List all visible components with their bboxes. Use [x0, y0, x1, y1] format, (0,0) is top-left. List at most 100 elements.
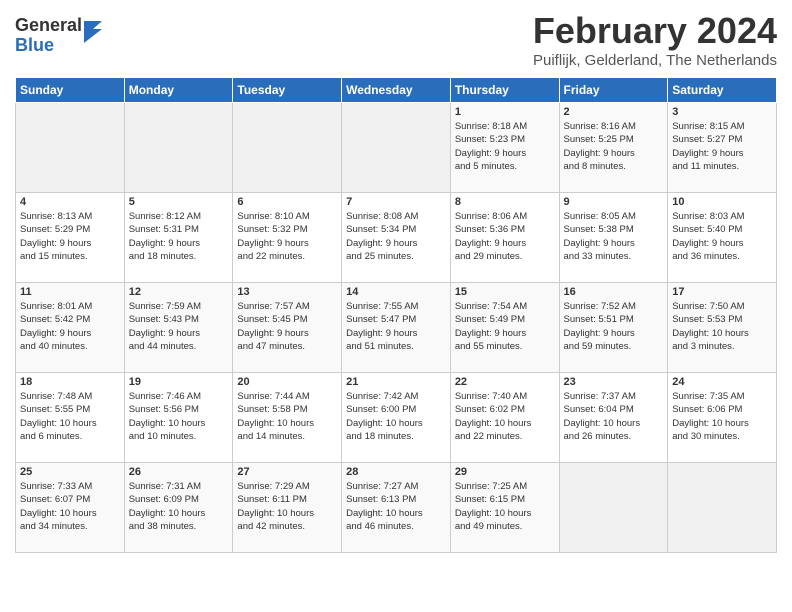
day-number: 7	[346, 196, 446, 208]
logo: General Blue	[15, 16, 102, 56]
day-number: 20	[237, 376, 337, 388]
day-number: 8	[455, 196, 555, 208]
logo-blue: Blue	[15, 36, 82, 56]
day-info: Sunrise: 7:25 AM Sunset: 6:15 PM Dayligh…	[455, 480, 555, 533]
calendar-cell: 14Sunrise: 7:55 AM Sunset: 5:47 PM Dayli…	[342, 283, 451, 373]
calendar-cell: 27 Sunrise: 7:29 AM Sunset: 6:11 PM Dayli…	[233, 463, 342, 553]
calendar-cell: 29 Sunrise: 7:25 AM Sunset: 6:15 PM Dayli…	[450, 463, 559, 553]
page-header: General Blue February 2024 Puiflijk, Gel…	[15, 10, 777, 69]
calendar-cell: 7 Sunrise: 8:08 AM Sunset: 5:34 PM Daylig…	[342, 193, 451, 283]
day-number: 4	[20, 196, 120, 208]
day-number: 15	[455, 286, 555, 298]
header-row: SundayMondayTuesdayWednesdayThursdayFrid…	[16, 78, 777, 103]
calendar-cell: 10 Sunrise: 8:03 AM Sunset: 5:40 PM Dayli…	[668, 193, 777, 283]
day-info: Sunrise: 8:13 AM Sunset: 5:29 PM Dayligh…	[20, 210, 120, 263]
day-number: 11	[20, 286, 120, 298]
day-number: 21	[346, 376, 446, 388]
day-info: Sunrise: 7:31 AM Sunset: 6:09 PM Dayligh…	[129, 480, 229, 533]
month-title: February 2024	[533, 10, 777, 52]
week-row-4: 18 Sunrise: 7:48 AM Sunset: 5:55 PM Dayli…	[16, 373, 777, 463]
day-info: Sunrise: 8:01 AM Sunset: 5:42 PM Dayligh…	[20, 300, 120, 353]
day-info: Sunrise: 7:29 AM Sunset: 6:11 PM Dayligh…	[237, 480, 337, 533]
logo-icon	[84, 21, 102, 43]
calendar-cell: 23 Sunrise: 7:37 AM Sunset: 6:04 PM Dayli…	[559, 373, 668, 463]
day-info: Sunrise: 8:15 AM Sunset: 5:27 PM Dayligh…	[672, 120, 772, 173]
calendar-cell: 1 Sunrise: 8:18 AM Sunset: 5:23 PM Daylig…	[450, 103, 559, 193]
day-number: 10	[672, 196, 772, 208]
day-info: Sunrise: 7:46 AM Sunset: 5:56 PM Dayligh…	[129, 390, 229, 443]
logo-general: General	[15, 16, 82, 36]
calendar-cell	[16, 103, 125, 193]
day-number: 19	[129, 376, 229, 388]
calendar-cell: 6 Sunrise: 8:10 AM Sunset: 5:32 PM Daylig…	[233, 193, 342, 283]
day-number: 5	[129, 196, 229, 208]
calendar-cell: 11 Sunrise: 8:01 AM Sunset: 5:42 PM Dayli…	[16, 283, 125, 373]
day-number: 18	[20, 376, 120, 388]
day-info: Sunrise: 8:12 AM Sunset: 5:31 PM Dayligh…	[129, 210, 229, 263]
logo-text: General Blue	[15, 16, 82, 56]
day-number: 6	[237, 196, 337, 208]
calendar-cell	[559, 463, 668, 553]
calendar-cell: 8 Sunrise: 8:06 AM Sunset: 5:36 PM Daylig…	[450, 193, 559, 283]
calendar-cell: 12 Sunrise: 7:59 AM Sunset: 5:43 PM Dayli…	[124, 283, 233, 373]
calendar-cell: 24Sunrise: 7:35 AM Sunset: 6:06 PM Dayli…	[668, 373, 777, 463]
day-info: Sunrise: 7:35 AM Sunset: 6:06 PM Dayligh…	[672, 390, 772, 443]
day-info: Sunrise: 8:03 AM Sunset: 5:40 PM Dayligh…	[672, 210, 772, 263]
day-info: Sunrise: 7:33 AM Sunset: 6:07 PM Dayligh…	[20, 480, 120, 533]
day-info: Sunrise: 7:27 AM Sunset: 6:13 PM Dayligh…	[346, 480, 446, 533]
day-number: 3	[672, 106, 772, 118]
day-number: 25	[20, 466, 120, 478]
day-info: Sunrise: 7:42 AM Sunset: 6:00 PM Dayligh…	[346, 390, 446, 443]
day-info: Sunrise: 7:37 AM Sunset: 6:04 PM Dayligh…	[564, 390, 664, 443]
week-row-5: 25 Sunrise: 7:33 AM Sunset: 6:07 PM Dayli…	[16, 463, 777, 553]
day-info: Sunrise: 7:55 AM Sunset: 5:47 PM Dayligh…	[346, 300, 446, 353]
calendar-cell	[233, 103, 342, 193]
location-title: Puiflijk, Gelderland, The Netherlands	[533, 52, 777, 69]
week-row-2: 4 Sunrise: 8:13 AM Sunset: 5:29 PM Daylig…	[16, 193, 777, 283]
calendar-cell	[668, 463, 777, 553]
day-number: 29	[455, 466, 555, 478]
day-info: Sunrise: 8:10 AM Sunset: 5:32 PM Dayligh…	[237, 210, 337, 263]
title-area: February 2024 Puiflijk, Gelderland, The …	[533, 10, 777, 69]
calendar-cell: 28 Sunrise: 7:27 AM Sunset: 6:13 PM Dayli…	[342, 463, 451, 553]
calendar-cell: 21 Sunrise: 7:42 AM Sunset: 6:00 PM Dayli…	[342, 373, 451, 463]
calendar-cell: 13Sunrise: 7:57 AM Sunset: 5:45 PM Dayli…	[233, 283, 342, 373]
calendar-cell: 5 Sunrise: 8:12 AM Sunset: 5:31 PM Daylig…	[124, 193, 233, 283]
calendar-table: SundayMondayTuesdayWednesdayThursdayFrid…	[15, 77, 777, 553]
day-number: 22	[455, 376, 555, 388]
calendar-cell: 4 Sunrise: 8:13 AM Sunset: 5:29 PM Daylig…	[16, 193, 125, 283]
day-number: 1	[455, 106, 555, 118]
calendar-cell: 17Sunrise: 7:50 AM Sunset: 5:53 PM Dayli…	[668, 283, 777, 373]
calendar-cell: 25 Sunrise: 7:33 AM Sunset: 6:07 PM Dayli…	[16, 463, 125, 553]
day-number: 28	[346, 466, 446, 478]
header-day-tuesday: Tuesday	[233, 78, 342, 103]
day-number: 2	[564, 106, 664, 118]
day-info: Sunrise: 8:06 AM Sunset: 5:36 PM Dayligh…	[455, 210, 555, 263]
calendar-cell: 22Sunrise: 7:40 AM Sunset: 6:02 PM Dayli…	[450, 373, 559, 463]
day-number: 12	[129, 286, 229, 298]
header-day-monday: Monday	[124, 78, 233, 103]
calendar-cell: 9 Sunrise: 8:05 AM Sunset: 5:38 PM Daylig…	[559, 193, 668, 283]
calendar-cell	[124, 103, 233, 193]
day-info: Sunrise: 7:52 AM Sunset: 5:51 PM Dayligh…	[564, 300, 664, 353]
calendar-cell: 19 Sunrise: 7:46 AM Sunset: 5:56 PM Dayli…	[124, 373, 233, 463]
day-number: 27	[237, 466, 337, 478]
day-info: Sunrise: 7:44 AM Sunset: 5:58 PM Dayligh…	[237, 390, 337, 443]
header-day-thursday: Thursday	[450, 78, 559, 103]
day-number: 9	[564, 196, 664, 208]
header-day-sunday: Sunday	[16, 78, 125, 103]
day-number: 17	[672, 286, 772, 298]
header-day-saturday: Saturday	[668, 78, 777, 103]
day-info: Sunrise: 7:48 AM Sunset: 5:55 PM Dayligh…	[20, 390, 120, 443]
calendar-cell: 2Sunrise: 8:16 AM Sunset: 5:25 PM Daylig…	[559, 103, 668, 193]
calendar-cell: 15 Sunrise: 7:54 AM Sunset: 5:49 PM Dayli…	[450, 283, 559, 373]
day-info: Sunrise: 7:59 AM Sunset: 5:43 PM Dayligh…	[129, 300, 229, 353]
day-number: 23	[564, 376, 664, 388]
day-info: Sunrise: 8:05 AM Sunset: 5:38 PM Dayligh…	[564, 210, 664, 263]
day-info: Sunrise: 7:57 AM Sunset: 5:45 PM Dayligh…	[237, 300, 337, 353]
day-info: Sunrise: 7:54 AM Sunset: 5:49 PM Dayligh…	[455, 300, 555, 353]
day-info: Sunrise: 8:18 AM Sunset: 5:23 PM Dayligh…	[455, 120, 555, 173]
header-day-friday: Friday	[559, 78, 668, 103]
header-day-wednesday: Wednesday	[342, 78, 451, 103]
day-info: Sunrise: 8:08 AM Sunset: 5:34 PM Dayligh…	[346, 210, 446, 263]
